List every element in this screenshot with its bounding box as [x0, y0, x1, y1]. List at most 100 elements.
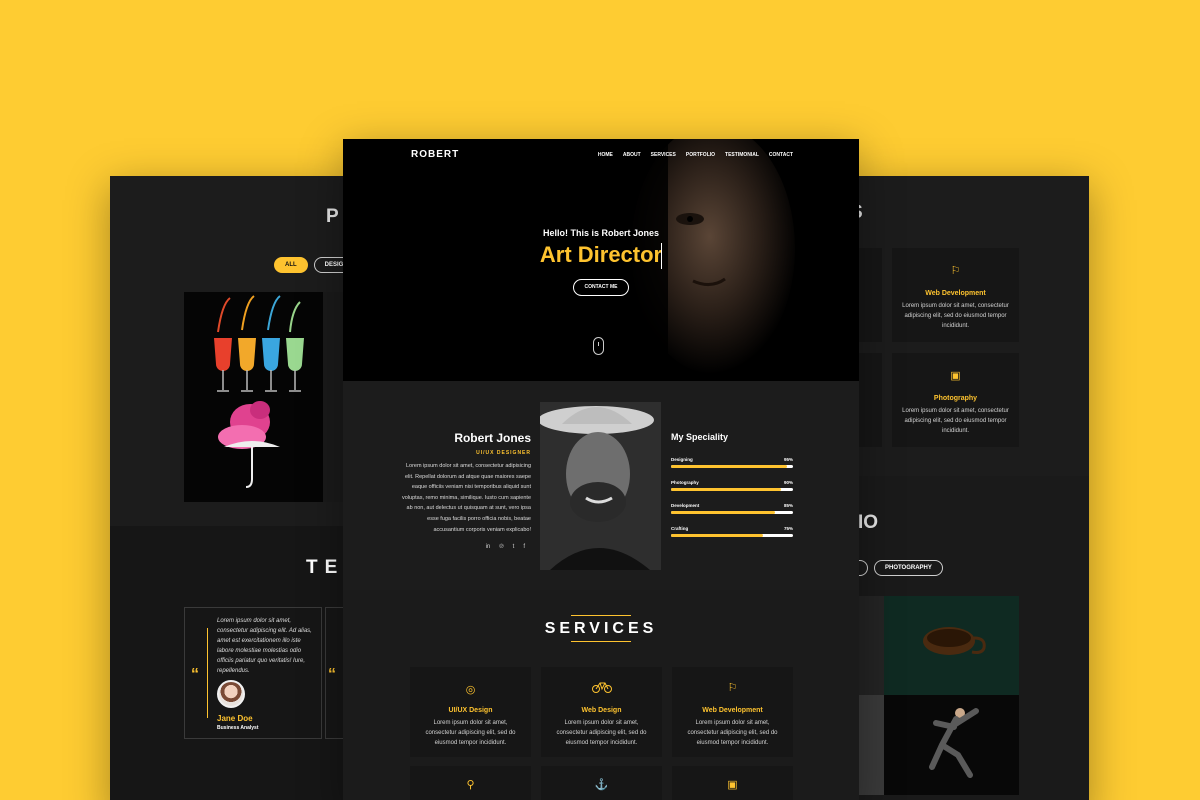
service-desc: Lorem ipsum dolor sit amet, consectetur … — [425, 720, 516, 746]
filter-partial-button[interactable] — [858, 560, 868, 576]
services-section: SERVICES ◎ UI/UX Design Lorem ipsum dolo… — [343, 590, 859, 800]
portfolio-image-camera[interactable] — [858, 596, 884, 695]
title-divider — [571, 615, 631, 616]
quote-icon: “ — [328, 666, 336, 683]
about-name: Robert Jones — [454, 431, 531, 445]
testimonial-card-partial: “ — [325, 607, 343, 739]
anchor-icon: ⚓ — [594, 779, 609, 791]
skill-label: Development — [671, 503, 700, 508]
testimonial-name: Jane Doe — [217, 714, 253, 723]
skill-label: Photography — [671, 480, 699, 485]
contact-me-button[interactable]: CONTACT ME — [573, 279, 629, 296]
speciality-title: My Speciality — [671, 432, 729, 442]
service-desc: Lorem ipsum dolor sit amet, consectetur … — [556, 720, 647, 746]
skill-percent: 90% — [783, 480, 793, 485]
testimonial-title: TES — [306, 557, 343, 578]
paint-brush-icon: ▣ — [950, 370, 961, 382]
portfolio-image-partial — [323, 292, 343, 502]
service-desc: Lorem ipsum dolor sit amet, consectetur … — [902, 408, 1009, 434]
facebook-icon[interactable]: f — [523, 544, 525, 550]
skill-percent: 85% — [783, 503, 793, 508]
nav-services[interactable]: SERVICES — [651, 152, 676, 158]
title-divider — [571, 641, 631, 642]
service-name: Photography — [933, 395, 978, 402]
about-photo — [538, 402, 661, 570]
hero-section: ROBERT HOME ABOUT SERVICES PORTFOLIO TES… — [343, 139, 859, 381]
aperture-icon: ◎ — [465, 684, 476, 696]
linkedin-icon[interactable]: in — [486, 544, 491, 550]
service-card-web-development: ⚐ Web Development Lorem ipsum dolor sit … — [892, 248, 1019, 342]
flag-icon: ⚐ — [727, 682, 738, 694]
portfolio-title-partial: IO — [858, 512, 879, 533]
services-title: SERVICES — [544, 620, 658, 637]
service-card-web-development: ⚐ Web Development Lorem ipsum dolor sit … — [672, 667, 793, 757]
nav-about[interactable]: ABOUT — [623, 152, 641, 158]
service-card: ⚓ — [541, 766, 662, 800]
flag-icon: ⚐ — [950, 265, 961, 277]
portfolio-image-drinks[interactable] — [184, 292, 323, 502]
about-role: UI/UX DESIGNER — [476, 450, 531, 456]
nav-home[interactable]: HOME — [598, 152, 613, 158]
service-name: Web Development — [925, 290, 986, 297]
testimonial-text: Lorem ipsum dolor sit amet, consectetur … — [217, 618, 312, 674]
filter-photography-button[interactable]: PHOTOGRAPHY — [874, 560, 943, 576]
skill-percent: 75% — [783, 526, 793, 531]
portfolio-image-portrait[interactable] — [858, 695, 884, 795]
about-text: Lorem ipsum dolor sit amet, consectetur … — [402, 463, 531, 533]
filter-all-button[interactable]: ALL — [274, 257, 308, 273]
bicycle-icon — [541, 681, 662, 696]
service-name: Web Design — [581, 707, 622, 714]
quote-divider — [207, 628, 208, 718]
skill-percent: 95% — [783, 457, 793, 462]
avatar — [217, 680, 245, 708]
skill-track — [671, 465, 793, 468]
portfolio-image-coffee[interactable] — [884, 596, 1019, 695]
skill-fill — [671, 511, 775, 514]
service-card: ⚲ — [410, 766, 531, 800]
service-card-partial — [858, 353, 882, 447]
service-name: Web Development — [702, 707, 763, 714]
service-desc: Lorem ipsum dolor sit amet, consectetur … — [687, 720, 778, 746]
about-section: Robert Jones UI/UX DESIGNER Lorem ipsum … — [343, 381, 859, 590]
compass-icon: ⚲ — [466, 779, 475, 791]
skill-fill — [671, 534, 763, 537]
hero-role: Art Director — [539, 242, 663, 267]
hero-greeting: Hello! This is Robert Jones — [542, 228, 660, 238]
typing-caret — [661, 243, 662, 269]
site-logo[interactable]: ROBERT — [411, 149, 459, 160]
portfolio-title: PO — [326, 206, 343, 227]
main-page-preview: ROBERT HOME ABOUT SERVICES PORTFOLIO TES… — [343, 139, 859, 800]
service-name: UI/UX Design — [448, 707, 493, 714]
skill-track — [671, 534, 793, 537]
service-card-partial — [858, 248, 882, 342]
service-card-web-design: Web Design Lorem ipsum dolor sit amet, c… — [541, 667, 662, 757]
portfolio-filters: PHOTOGRAPHY — [858, 560, 943, 576]
nav-portfolio[interactable]: PORTFOLIO — [686, 152, 715, 158]
skill-label: Crafting — [671, 526, 689, 531]
pinterest-icon[interactable]: ℗ — [499, 544, 503, 550]
filter-design-button[interactable]: DESIGN — [313, 257, 343, 273]
service-card-photography: ▣ Photography Lorem ipsum dolor sit amet… — [892, 353, 1019, 447]
nav-contact[interactable]: CONTACT — [769, 152, 793, 158]
skill-label: Designing — [671, 457, 693, 462]
right-page-preview: S ⚐ Web Development Lorem ipsum dolor si… — [858, 176, 1089, 800]
portfolio-filters: ALL DESIGN — [274, 257, 343, 273]
quote-icon: “ — [191, 666, 199, 683]
twitter-icon[interactable]: t — [513, 544, 515, 550]
scroll-mouse-icon[interactable] — [593, 337, 604, 355]
testimonial-role: Business Analyst — [217, 725, 259, 731]
nav-testimonial[interactable]: TESTIMONIAL — [725, 152, 759, 158]
skill-fill — [671, 465, 787, 468]
paint-brush-icon: ▣ — [727, 779, 738, 791]
social-links: in ℗ t f — [486, 544, 525, 550]
skill-fill — [671, 488, 781, 491]
service-card-ui-ux-design: ◎ UI/UX Design Lorem ipsum dolor sit ame… — [410, 667, 531, 757]
testimonial-card: “ Lorem ipsum dolor sit amet, consectetu… — [184, 607, 322, 739]
skill-track — [671, 488, 793, 491]
service-desc: Lorem ipsum dolor sit amet, consectetur … — [902, 303, 1009, 329]
main-nav: HOME ABOUT SERVICES PORTFOLIO TESTIMONIA… — [598, 152, 793, 158]
service-card: ▣ — [672, 766, 793, 800]
portfolio-image-dancer[interactable] — [884, 695, 1019, 795]
left-page-preview: PO ALL DESIGN — [110, 176, 343, 800]
skill-track — [671, 511, 793, 514]
